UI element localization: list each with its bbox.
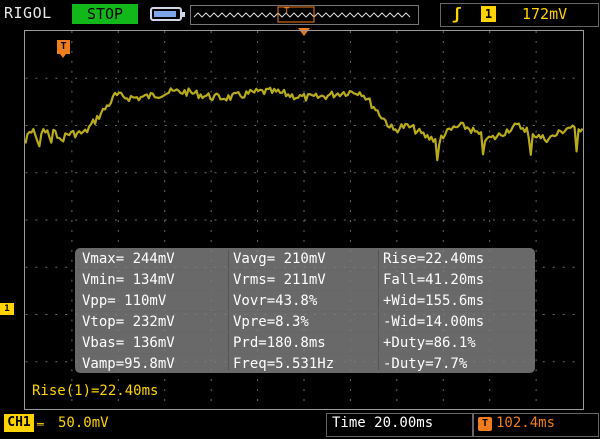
channel-1-ground-marker[interactable]: 1 <box>0 303 14 315</box>
measurement-vpre: Vpre=8.3% <box>233 314 309 330</box>
trigger-delay-icon: T <box>478 417 492 431</box>
volts-per-div[interactable]: 50.0mV <box>58 415 109 431</box>
measurement-vtop: Vtop= 232mV <box>82 314 175 330</box>
measurement-vmax: Vmax= 244mV <box>82 251 175 267</box>
dc-coupling-icon: ═ <box>37 418 44 431</box>
measurement-row-divider <box>76 332 534 333</box>
measurement-pos-duty: +Duty=86.1% <box>383 335 476 351</box>
measurement-fall: Fall=41.20ms <box>383 272 485 288</box>
measurement-row-divider <box>76 290 534 291</box>
rising-edge-icon: ʃ <box>452 4 462 23</box>
svg-text:T: T <box>284 7 290 17</box>
trigger-delay-value: 102.4ms <box>496 415 556 431</box>
channel-1-badge[interactable]: CH1 <box>4 414 34 432</box>
measurement-vmin: Vmin= 134mV <box>82 272 175 288</box>
measurement-neg-width: -Wid=14.00ms <box>383 314 485 330</box>
timebase-value: Time 20.00ms <box>332 415 434 431</box>
measurement-vpp: Vpp= 110mV <box>82 293 167 309</box>
measurement-neg-duty: -Duty=7.7% <box>383 356 468 372</box>
run-stop-status[interactable]: STOP <box>72 4 138 24</box>
trigger-time-marker[interactable]: T <box>57 40 70 58</box>
measurement-vavg: Vavg= 210mV <box>233 251 326 267</box>
brand-logo: RIGOL <box>4 4 52 22</box>
measurement-vrms: Vrms= 211mV <box>233 272 326 288</box>
trigger-level-value: 172mV <box>522 5 568 23</box>
measurement-rise: Rise=22.40ms <box>383 251 485 267</box>
measurement-vamp: Vamp=95.8mV <box>82 356 175 372</box>
measurement-column-divider <box>228 250 229 370</box>
battery-icon <box>150 7 185 21</box>
measurement-row-divider <box>76 311 534 312</box>
measurement-column-divider <box>378 250 379 370</box>
trigger-settings-box[interactable] <box>440 3 599 27</box>
measurement-row-divider <box>76 353 534 354</box>
measurement-vovr: Vovr=43.8% <box>233 293 318 309</box>
measurement-row-divider <box>76 269 534 270</box>
memory-waveform-preview: T <box>193 6 411 23</box>
measurement-period: Prd=180.8ms <box>233 335 326 351</box>
channel-1-trace <box>25 86 583 162</box>
trigger-source-badge: 1 <box>481 6 496 22</box>
measurement-vbase: Vbas= 136mV <box>82 335 175 351</box>
measurement-frequency: Freq=5.531Hz <box>233 356 335 372</box>
rise-time-readout: Rise(1)=22.40ms <box>32 383 159 399</box>
measurement-pos-width: +Wid=155.6ms <box>383 293 485 309</box>
